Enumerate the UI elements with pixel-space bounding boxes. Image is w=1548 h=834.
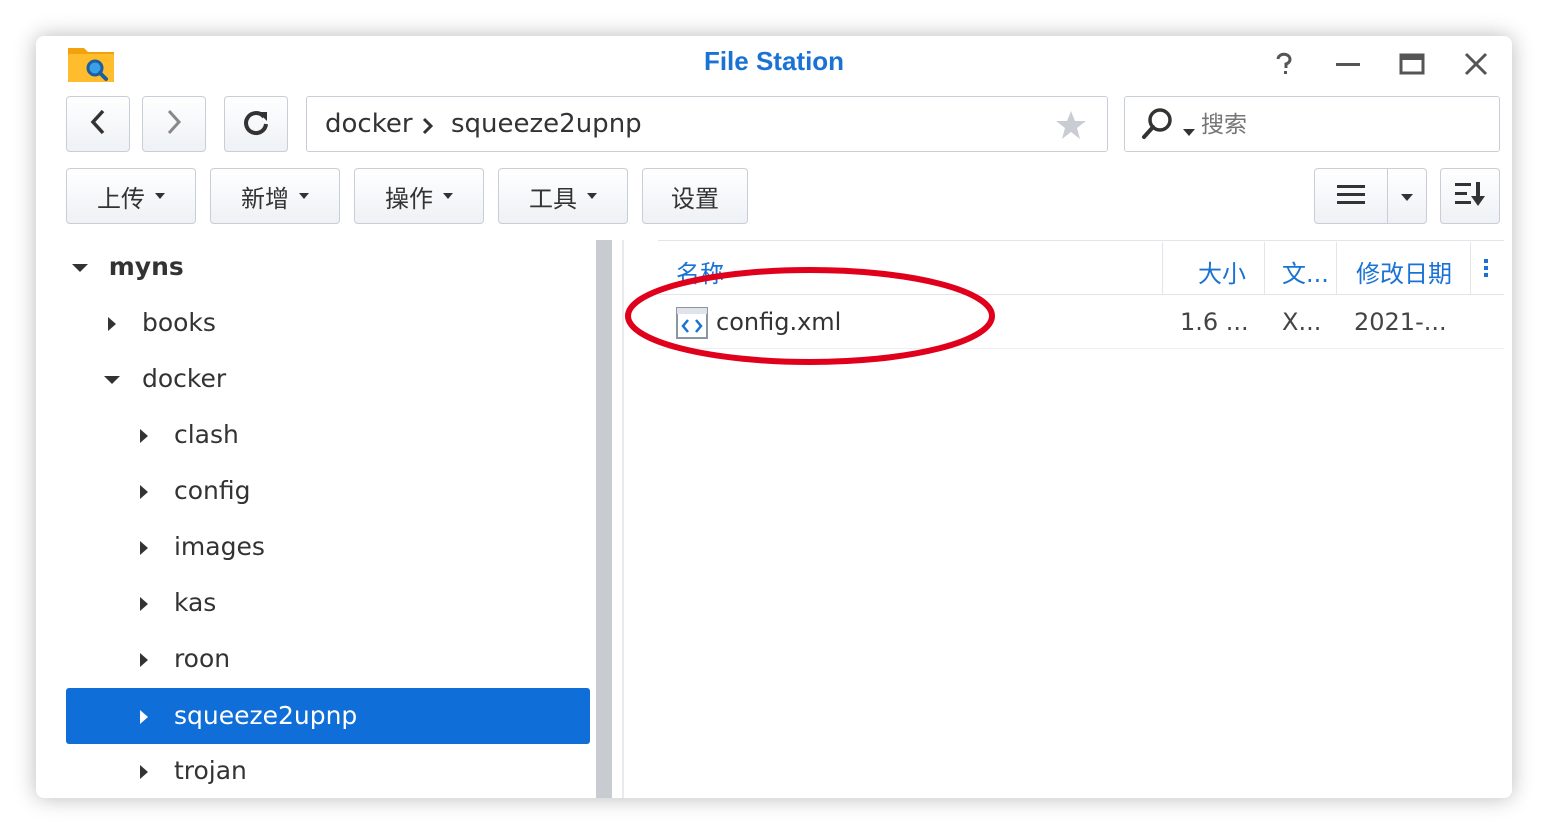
tree-item-roon[interactable]: roon [140, 634, 590, 684]
expanded-caret-icon[interactable] [72, 264, 88, 272]
upload-button[interactable]: 上传 [66, 168, 196, 224]
tree-item-label: books [141, 308, 216, 337]
caret-down-icon [155, 193, 165, 199]
tree-item-label: squeeze2upnp [173, 701, 358, 730]
list-view-icon [1336, 182, 1366, 210]
panel-splitter[interactable] [596, 240, 612, 798]
collapsed-caret-icon[interactable] [140, 429, 148, 443]
settings-button[interactable]: 设置 [642, 168, 748, 224]
back-button[interactable] [66, 96, 130, 152]
star-icon[interactable] [1055, 109, 1087, 145]
create-button[interactable]: 新增 [210, 168, 340, 224]
tree-item-kas[interactable]: kas [140, 578, 590, 628]
collapsed-caret-icon[interactable] [108, 317, 116, 331]
highlight-ellipse-annotation [622, 264, 998, 368]
chevron-left-icon [88, 109, 108, 139]
tree-item-label: roon [173, 644, 231, 673]
search-input[interactable] [1199, 105, 1483, 145]
sort-icon [1454, 180, 1486, 212]
tools-button-label: 工具 [529, 184, 577, 213]
tree-item-label: trojan [173, 756, 247, 785]
tree-item-images[interactable]: images [140, 522, 590, 572]
upload-button-label: 上传 [97, 184, 145, 213]
close-icon[interactable] [1456, 44, 1496, 84]
search-box[interactable] [1124, 96, 1500, 152]
file-station-window: File Station docker squeeze2upnp 搜索 上传 新… [36, 36, 1512, 798]
tools-button[interactable]: 工具 [498, 168, 628, 224]
column-header-size[interactable]: 大小 [1198, 254, 1246, 289]
tree-item-books[interactable]: books [108, 298, 592, 348]
search-options-caret-icon[interactable] [1183, 122, 1195, 141]
collapsed-caret-icon[interactable] [140, 541, 148, 555]
collapsed-caret-icon[interactable] [140, 653, 148, 667]
tree-item-label: kas [173, 588, 217, 617]
file-type: X... [1282, 308, 1322, 336]
tree-item-config[interactable]: config [140, 466, 590, 516]
tree-item-clash[interactable]: clash [140, 410, 590, 460]
tree-item-trojan[interactable]: trojan [140, 746, 590, 796]
view-dropdown-button[interactable] [1387, 168, 1427, 224]
file-modified: 2021-... [1354, 308, 1447, 336]
column-separator [1162, 242, 1163, 294]
tree-item-label: docker [141, 364, 227, 393]
column-header-modified[interactable]: 修改日期 [1356, 254, 1452, 289]
header-top-border [658, 240, 1504, 241]
column-separator [1264, 242, 1265, 294]
maximize-icon[interactable] [1392, 44, 1432, 84]
settings-button-label: 设置 [671, 184, 719, 213]
collapsed-caret-icon[interactable] [140, 710, 148, 724]
caret-down-icon [587, 193, 597, 199]
forward-button[interactable] [142, 96, 206, 152]
minimize-icon[interactable] [1328, 44, 1368, 84]
tree-item-docker[interactable]: docker [104, 354, 592, 404]
search-icon[interactable] [1141, 107, 1175, 145]
chevron-right-icon [164, 109, 184, 139]
collapsed-caret-icon[interactable] [140, 765, 148, 779]
collapsed-caret-icon[interactable] [140, 485, 148, 499]
collapsed-caret-icon[interactable] [140, 597, 148, 611]
tree-root-myns[interactable]: myns [72, 242, 592, 292]
column-separator [1470, 242, 1471, 294]
tree-item-label: myns [108, 252, 184, 281]
title-bar: File Station [36, 36, 1512, 92]
column-header-type[interactable]: 文... [1282, 254, 1329, 289]
list-view-button[interactable] [1314, 168, 1388, 224]
action-button[interactable]: 操作 [354, 168, 484, 224]
caret-down-icon [299, 193, 309, 199]
column-options-icon[interactable] [1482, 256, 1490, 284]
expanded-caret-icon[interactable] [104, 376, 120, 384]
tree-item-squeeze2upnp[interactable]: squeeze2upnp [66, 688, 590, 744]
path-bar[interactable]: docker squeeze2upnp [306, 96, 1108, 152]
breadcrumb-separator-icon [421, 117, 434, 139]
file-size: 1.6 ... [1180, 308, 1249, 336]
tree-item-label: config [173, 476, 251, 505]
column-separator [1336, 242, 1337, 294]
help-icon[interactable] [1264, 44, 1304, 84]
tree-item-label: images [173, 532, 265, 561]
create-button-label: 新增 [241, 184, 289, 213]
tree-item-label: clash [173, 420, 239, 449]
breadcrumb-docker[interactable]: docker [325, 109, 413, 139]
sort-button[interactable] [1440, 168, 1500, 224]
chevron-down-icon [1401, 187, 1413, 206]
refresh-icon [242, 108, 270, 140]
caret-down-icon [443, 193, 453, 199]
breadcrumb-squeeze2upnp[interactable]: squeeze2upnp [451, 109, 642, 139]
refresh-button[interactable] [224, 96, 288, 152]
action-button-label: 操作 [385, 184, 433, 213]
